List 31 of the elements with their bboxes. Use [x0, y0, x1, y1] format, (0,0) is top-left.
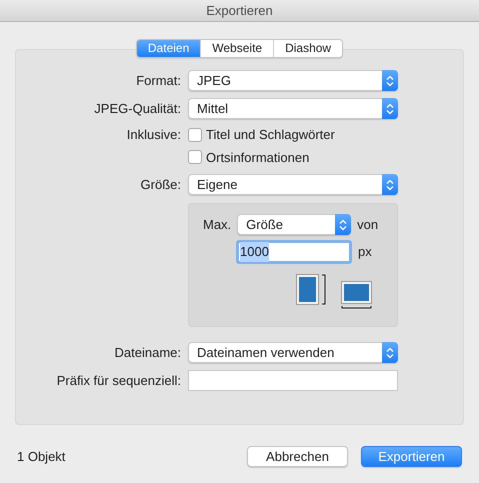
dropdown[interactable]: Dateinamen verwenden: [188, 342, 398, 363]
dialog-button[interactable]: Abbrechen: [247, 446, 348, 467]
field-label: Größe:: [140, 176, 181, 194]
checkbox[interactable]: [188, 150, 202, 164]
unit-label: px: [358, 243, 372, 262]
dropdown[interactable]: Mittel: [188, 98, 398, 119]
stepper-icon: [386, 178, 394, 190]
field-label: Inklusive:: [126, 126, 181, 144]
tab[interactable]: Webseite: [200, 40, 274, 57]
stepper-icon: [386, 102, 394, 114]
checkbox-label: Titel und Schlagwörter: [206, 126, 335, 144]
field-label: Präfix für sequenziell:: [56, 372, 181, 390]
stepper-icon: [386, 74, 394, 86]
field-label: von: [357, 216, 378, 234]
dropdown[interactable]: JPEG: [188, 70, 398, 91]
status-text: 1 Objekt: [17, 448, 66, 466]
stepper-icon: [339, 218, 348, 230]
field-label: Format:: [135, 72, 181, 90]
portrait-orientation-icon[interactable]: [296, 274, 327, 305]
tab[interactable]: Diashow: [273, 40, 342, 57]
field-label: JPEG-Qualität:: [93, 100, 181, 118]
dropdown[interactable]: Eigene: [188, 174, 398, 195]
checkbox[interactable]: [188, 128, 202, 142]
window-title: Exportieren: [206, 2, 273, 20]
stepper-icon: [386, 346, 394, 358]
field-label: Max.: [203, 216, 232, 234]
text-field[interactable]: [188, 370, 398, 391]
checkbox-label: Ortsinformationen: [206, 148, 310, 166]
field-label: Dateiname:: [114, 344, 181, 362]
size-input[interactable]: 1000: [236, 240, 352, 264]
dropdown[interactable]: Größe: [237, 214, 352, 235]
